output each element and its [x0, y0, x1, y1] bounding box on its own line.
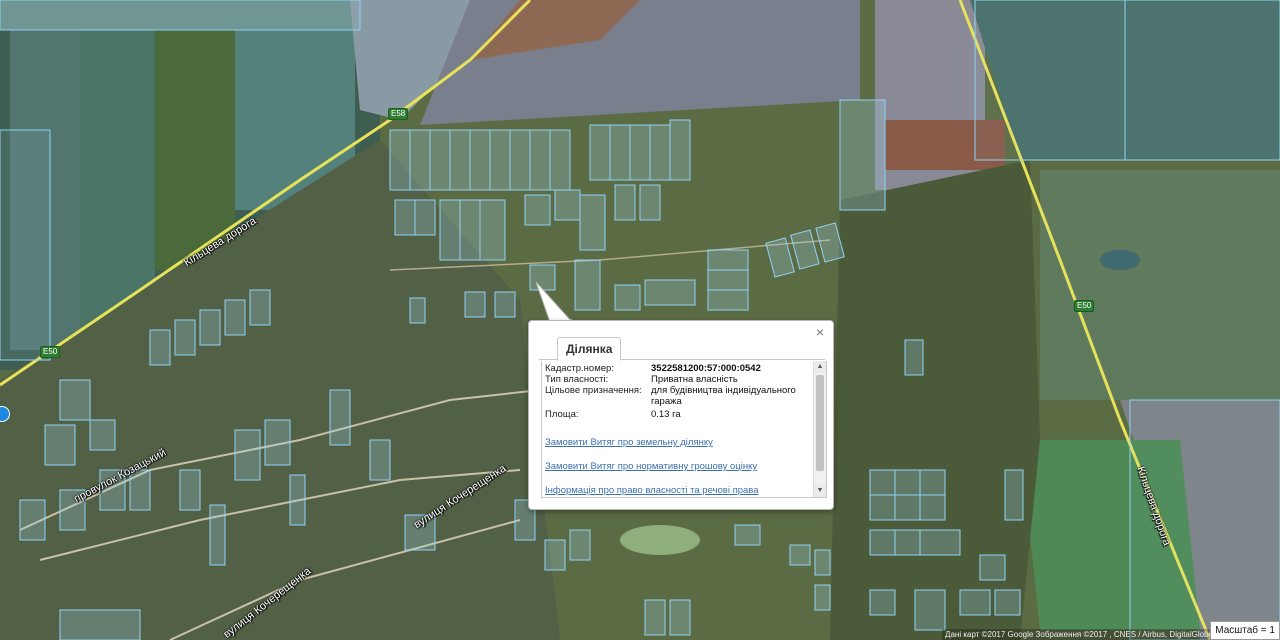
cadastre-row: Кадастр.номер: 3522581200:57:000:0542 — [545, 363, 807, 374]
area-value: 0.13 га — [651, 409, 681, 420]
order-valuation-link[interactable]: Замовити Витяг про нормативну грошову оц… — [545, 461, 759, 472]
order-extract-link[interactable]: Замовити Витяг про земельну ділянку — [545, 437, 759, 448]
scroll-down-arrow-icon[interactable]: ▼ — [814, 485, 826, 497]
popup-body: Кадастр.номер: 3522581200:57:000:0542 Ти… — [541, 361, 827, 498]
road-shield-e50-left: E50 — [40, 346, 61, 358]
cadastre-label: Кадастр.номер: — [545, 363, 614, 374]
ownership-row: Тип власності: Приватна власність — [545, 374, 807, 385]
purpose-value: для будівництва індивідуального гаража — [651, 385, 796, 407]
map-attribution: Дані карт ©2017 Google Зображення ©2017 … — [942, 629, 1216, 640]
ownership-info-link[interactable]: Інформація про право власності та речові… — [545, 485, 759, 496]
parcel-info-popup: × Ділянка Кадастр.номер: 3522581200:57:0… — [528, 320, 834, 510]
scroll-up-arrow-icon[interactable]: ▲ — [814, 361, 826, 373]
ownership-value: Приватна власність — [651, 374, 738, 385]
cadastre-value: 3522581200:57:000:0542 — [651, 363, 761, 374]
road-shield-e58: E58 — [388, 108, 409, 120]
scale-indicator: Масштаб = 1 — [1210, 621, 1280, 640]
scroll-thumb[interactable] — [816, 375, 824, 471]
road-shield-e50-right: E50 — [1074, 300, 1095, 312]
popup-pointer — [536, 282, 573, 322]
close-icon[interactable]: × — [813, 325, 827, 339]
popup-links: Замовити Витяг про земельну ділянку Замо… — [545, 437, 759, 497]
area-row: Площа: 0.13 га — [545, 409, 807, 420]
ownership-label: Тип власності: — [545, 374, 609, 385]
tab-parcel[interactable]: Ділянка — [557, 337, 622, 361]
parcel-details: Кадастр.номер: 3522581200:57:000:0542 Ти… — [545, 363, 807, 420]
area-label: Площа: — [545, 409, 579, 420]
purpose-row: Цільове призначення: для будівництва інд… — [545, 385, 807, 407]
popup-scrollbar[interactable]: ▲ ▼ — [813, 361, 826, 497]
